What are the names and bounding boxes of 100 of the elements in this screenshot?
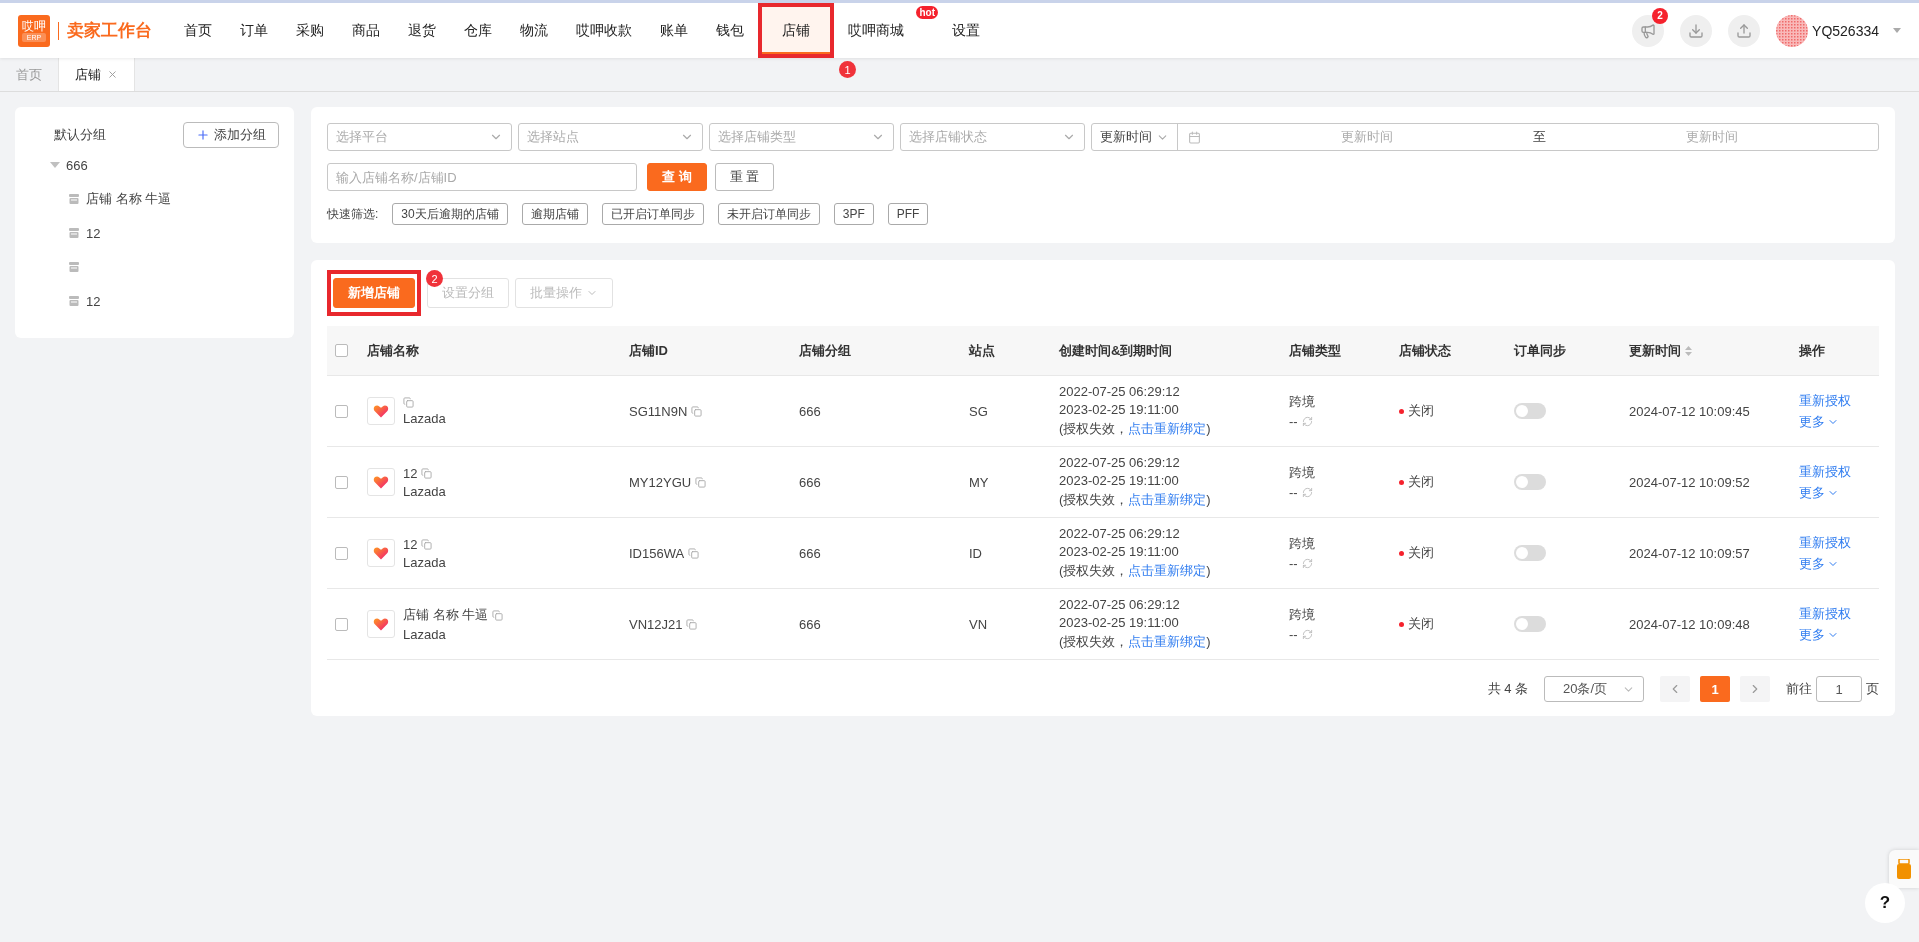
nav-item[interactable]: 账单 xyxy=(646,3,702,58)
site-cell-text: SG xyxy=(969,403,989,419)
refresh-icon[interactable] xyxy=(1301,416,1313,427)
nav-item[interactable]: 退货 xyxy=(394,3,450,58)
copy-icon[interactable] xyxy=(421,467,433,479)
action-link[interactable]: 更多 xyxy=(1799,554,1879,573)
copy-icon[interactable] xyxy=(686,618,698,630)
nav-item[interactable]: 订单 xyxy=(226,3,282,58)
close-icon[interactable] xyxy=(107,69,118,80)
quick-filter-chip[interactable]: 未开启订单同步 xyxy=(717,203,820,225)
auth-note: (授权失效，点击重新绑定) xyxy=(1059,633,1212,651)
expire-time: 2023-02-25 19:11:00 xyxy=(1059,402,1180,417)
page-input[interactable]: 1 xyxy=(1816,676,1862,702)
select-all-checkbox[interactable] xyxy=(335,344,348,357)
reset-button[interactable]: 重 置 xyxy=(714,163,775,191)
prev-page-button[interactable] xyxy=(1660,676,1690,702)
lazada-logo-icon xyxy=(367,468,395,496)
app-title: 卖家工作台 xyxy=(58,21,152,40)
refresh-icon[interactable] xyxy=(1301,558,1313,569)
column-header: 站点 xyxy=(969,341,996,360)
row-checkbox[interactable] xyxy=(335,617,348,631)
site-cell-text: VN xyxy=(969,616,989,632)
date-range-field[interactable]: 更新时间 更新时间 至 更新时间 xyxy=(1091,123,1879,151)
search-field[interactable]: 输入店铺名称/店铺ID xyxy=(327,163,637,191)
sync-toggle[interactable] xyxy=(1514,545,1546,561)
nav-item[interactable]: 采购 xyxy=(282,3,338,58)
nav-item[interactable]: 物流 xyxy=(506,3,562,58)
copy-icon[interactable] xyxy=(688,547,700,559)
quick-filter-chip[interactable]: 3PF xyxy=(833,203,874,225)
next-page-button[interactable] xyxy=(1740,676,1770,702)
action-link[interactable]: 更多 xyxy=(1799,625,1879,644)
auth-note: (授权失效，点击重新绑定) xyxy=(1059,562,1212,580)
action-link[interactable]: 重新授权 xyxy=(1799,462,1879,481)
rebind-link[interactable]: 点击重新绑定 xyxy=(1128,563,1207,578)
group-cell-text: 666 xyxy=(799,403,822,419)
rebind-link[interactable]: 点击重新绑定 xyxy=(1128,492,1207,507)
nav-item[interactable]: 商品 xyxy=(338,3,394,58)
avatar-icon xyxy=(1776,14,1809,47)
help-button[interactable]: ? xyxy=(1865,883,1905,923)
refresh-icon[interactable] xyxy=(1301,487,1313,498)
download-button[interactable] xyxy=(1680,14,1713,47)
store-name: 店铺 名称 牛逼 xyxy=(403,606,489,624)
sort-icon[interactable] xyxy=(1685,345,1692,356)
download-icon xyxy=(1688,22,1705,39)
add-group-button[interactable]: 添加分组 xyxy=(183,122,279,148)
goto-label: 前往 xyxy=(1786,680,1812,698)
nav-item[interactable]: 仓库 xyxy=(450,3,506,58)
caret-icon xyxy=(1893,28,1901,33)
page-size-select[interactable]: 20条/页 xyxy=(1544,676,1644,702)
lazada-logo-icon xyxy=(367,610,395,638)
action-link[interactable]: 更多 xyxy=(1799,412,1879,431)
type-sub: -- xyxy=(1289,627,1298,642)
copy-icon[interactable] xyxy=(492,609,504,621)
quick-filter-chip[interactable]: PFF xyxy=(887,203,929,225)
copy-icon[interactable] xyxy=(403,396,414,408)
store-id: ID156WA xyxy=(629,545,685,561)
upload-button[interactable] xyxy=(1728,14,1761,47)
updated-time: 2024-07-12 10:09:45 xyxy=(1629,403,1751,419)
nav-item[interactable]: 哎呷商城 xyxy=(834,3,918,58)
sync-toggle[interactable] xyxy=(1514,403,1546,419)
row-checkbox[interactable] xyxy=(335,546,348,560)
status-text: 关闭 xyxy=(1408,615,1434,633)
sync-toggle[interactable] xyxy=(1514,616,1546,632)
action-link[interactable]: 重新授权 xyxy=(1799,391,1879,410)
column-header: 店铺类型 xyxy=(1289,341,1342,360)
nav-item[interactable]: 首页 xyxy=(170,3,226,58)
side-widget[interactable] xyxy=(1889,850,1919,888)
action-link[interactable]: 更多 xyxy=(1799,483,1879,502)
nav-item[interactable]: 设置 xyxy=(938,3,994,58)
page-tab[interactable]: 店铺 xyxy=(59,58,135,91)
copy-icon[interactable] xyxy=(691,405,703,417)
tree-item: 12 xyxy=(86,293,101,309)
rebind-link[interactable]: 点击重新绑定 xyxy=(1128,421,1207,436)
lazada-logo-icon xyxy=(367,539,395,567)
copy-icon[interactable] xyxy=(695,476,707,488)
quick-filter-chip[interactable]: 已开启订单同步 xyxy=(601,203,704,225)
row-checkbox[interactable] xyxy=(335,475,348,489)
row-checkbox[interactable] xyxy=(335,404,348,418)
rebind-link[interactable]: 点击重新绑定 xyxy=(1128,634,1207,649)
quick-filter-chip[interactable]: 30天后逾期的店铺 xyxy=(392,203,508,225)
column-header: 店铺状态 xyxy=(1399,341,1452,360)
type-sub: -- xyxy=(1289,414,1298,429)
action-link[interactable]: 重新授权 xyxy=(1799,533,1879,552)
count-badge: 2 xyxy=(1652,7,1669,24)
store-icon xyxy=(68,227,80,239)
action-link[interactable]: 重新授权 xyxy=(1799,604,1879,623)
store-type: 跨境 xyxy=(1289,535,1316,553)
site-cell-text: ID xyxy=(969,545,983,561)
sync-toggle[interactable] xyxy=(1514,474,1546,490)
quick-filter-chip[interactable]: 逾期店铺 xyxy=(521,203,588,225)
nav-item[interactable]: 店铺 xyxy=(758,3,834,58)
nav-item[interactable]: 哎呷收款 xyxy=(562,3,646,58)
copy-icon[interactable] xyxy=(421,538,433,550)
type-sub: -- xyxy=(1289,485,1298,500)
platform-name: Lazada xyxy=(403,483,446,499)
expand-caret-icon[interactable] xyxy=(50,160,60,170)
nav-item[interactable]: 钱包 xyxy=(702,3,758,58)
site-cell-text: MY xyxy=(969,474,990,490)
store-icon xyxy=(68,295,80,307)
refresh-icon[interactable] xyxy=(1301,629,1313,640)
